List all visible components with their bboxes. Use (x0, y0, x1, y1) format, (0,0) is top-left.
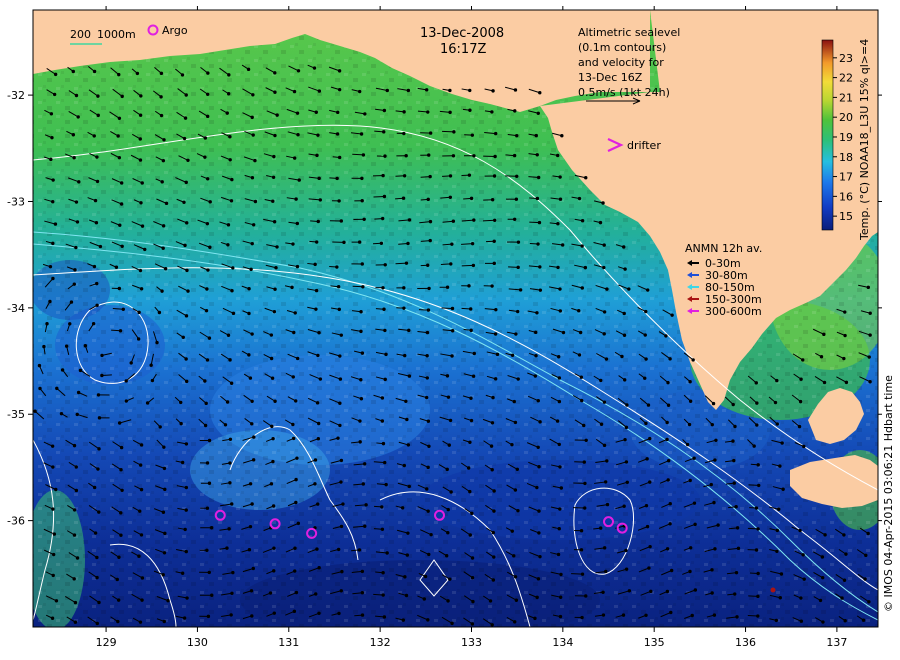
colorbar-tick-label: 17 (839, 171, 853, 184)
argo-legend-label: Argo (162, 24, 188, 37)
colorbar-tick-label: 18 (839, 151, 853, 164)
colorbar-tick-label: 16 (839, 190, 853, 203)
x-tick-label: 137 (826, 636, 847, 649)
y-tick-label: -35 (7, 408, 25, 421)
colorbar-tick-label: 21 (839, 91, 853, 104)
map-plot-area (33, 10, 878, 627)
altimetry-line-4: 13-Dec 16Z (578, 71, 643, 84)
y-tick-label: -32 (7, 89, 25, 102)
y-tick-label: -36 (7, 515, 25, 528)
map-time: 16:17Z (440, 42, 486, 57)
x-tick-label: 130 (187, 636, 208, 649)
anmn-legend-label: 300-600m (705, 305, 762, 318)
x-tick-label: 129 (96, 636, 117, 649)
colorbar-tick-label: 22 (839, 72, 853, 85)
altimetry-line-2: (0.1m contours) (578, 41, 666, 54)
anmn-legend-title: ANMN 12h av. (685, 242, 762, 255)
colorbar-tick-label: 20 (839, 111, 853, 124)
colorbar-tick-label: 23 (839, 52, 853, 65)
y-tick-label: -33 (7, 195, 25, 208)
altimetry-line-1: Altimetric sealevel (578, 26, 680, 39)
colorbar-ramp (821, 39, 834, 231)
x-tick-label: 131 (278, 636, 299, 649)
x-tick-label: 136 (735, 636, 756, 649)
bathy-shallow-label: 200 (70, 28, 91, 41)
credit-text: © IMOS 04-Apr-2015 03:06:21 Hdbart time (882, 375, 895, 612)
map-date: 13-Dec-2008 (420, 26, 504, 41)
colorbar-tick-label: 15 (839, 210, 853, 223)
colorbar-tick-label: 19 (839, 131, 853, 144)
colorbar-title: Temp. (°C) NOAA18_L3U 15% ql>=4 (858, 39, 871, 241)
sst-map-figure: 129 130 131 132 133 134 135 136 137 -32 -33 -34 -35… (7, 6, 895, 649)
x-tick-label: 134 (552, 636, 573, 649)
y-tick-label: -34 (7, 302, 25, 315)
x-tick-label: 135 (644, 636, 665, 649)
altimetry-line-5: 0.5m/s (1kt 24h) (578, 86, 670, 99)
altimetry-line-3: and velocity for (578, 56, 664, 69)
drifter-label: drifter (627, 139, 661, 152)
x-tick-label: 132 (370, 636, 391, 649)
x-tick-label: 133 (461, 636, 482, 649)
bathy-deep-label: 1000m (97, 28, 136, 41)
anmn-moorings (770, 587, 776, 593)
